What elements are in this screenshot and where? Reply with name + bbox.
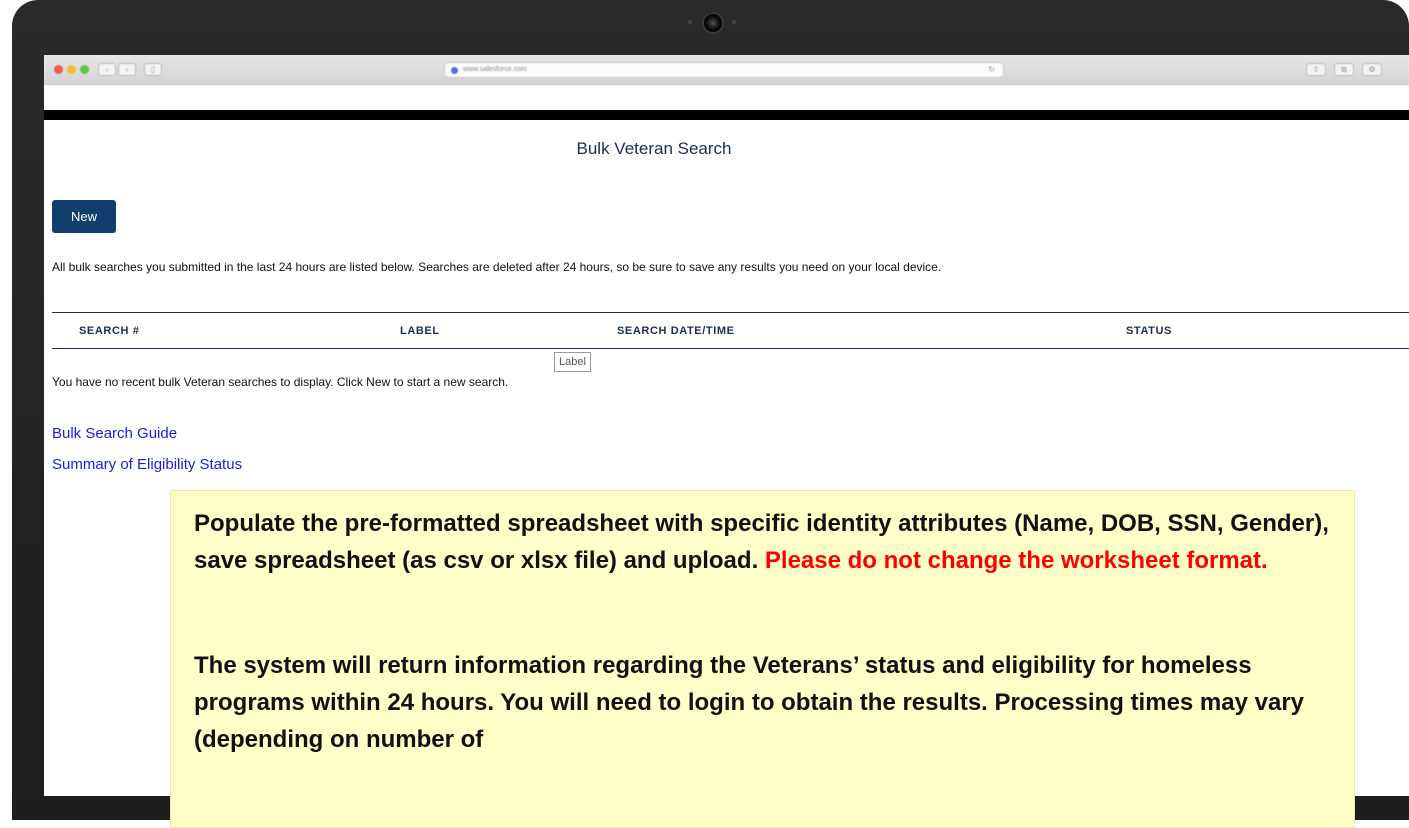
info-text: All bulk searches you submitted in the l… [52,260,942,274]
new-search-button[interactable]: New [52,200,116,233]
tabs-icon[interactable]: ⧉ [1334,63,1354,76]
column-header-search-number[interactable]: SEARCH # [79,325,139,337]
url-text: www.salesforce.com [463,66,527,73]
browser-toolbar: ‹ › ▯ www.salesforce.com ↻ ⇧ ⧉ ⚙ [44,55,1409,85]
table-top-border [52,312,1409,313]
label-tooltip: Label [554,352,591,372]
column-header-label[interactable]: LABEL [400,325,440,337]
empty-state-message: You have no recent bulk Veteran searches… [52,375,509,389]
globe-icon [451,67,458,74]
minimize-window-icon[interactable] [67,65,76,74]
column-header-status[interactable]: STATUS [1126,325,1172,337]
column-header-search-date-time[interactable]: SEARCH DATE/TIME [617,325,735,337]
bulk-search-guide-link[interactable]: Bulk Search Guide [52,425,177,442]
extensions-icon[interactable]: ⚙ [1362,63,1382,76]
maximize-window-icon[interactable] [80,65,89,74]
webcam-icon [702,12,724,34]
close-window-icon[interactable] [54,65,63,74]
webcam-dot [688,20,692,24]
webcam-dot [732,20,736,24]
page-title: Bulk Veteran Search [576,139,732,158]
instruction-callout: Populate the pre-formatted spreadsheet w… [170,490,1355,828]
forward-icon[interactable]: › [118,63,136,76]
reload-icon[interactable]: ↻ [988,63,995,77]
sidebar-icon[interactable]: ▯ [144,63,162,76]
table-header-border [52,348,1409,349]
summary-eligibility-status-link[interactable]: Summary of Eligibility Status [52,456,242,473]
site-header-bar [44,110,1409,120]
address-bar[interactable]: www.salesforce.com ↻ [444,62,1004,78]
callout-paragraph-upload: Populate the pre-formatted spreadsheet w… [194,505,1334,579]
back-icon[interactable]: ‹ [98,63,116,76]
callout-warning-text: Please do not change the worksheet forma… [764,547,1268,574]
share-icon[interactable]: ⇧ [1306,63,1326,76]
callout-paragraph-results: The system will return information regar… [194,652,1305,753]
